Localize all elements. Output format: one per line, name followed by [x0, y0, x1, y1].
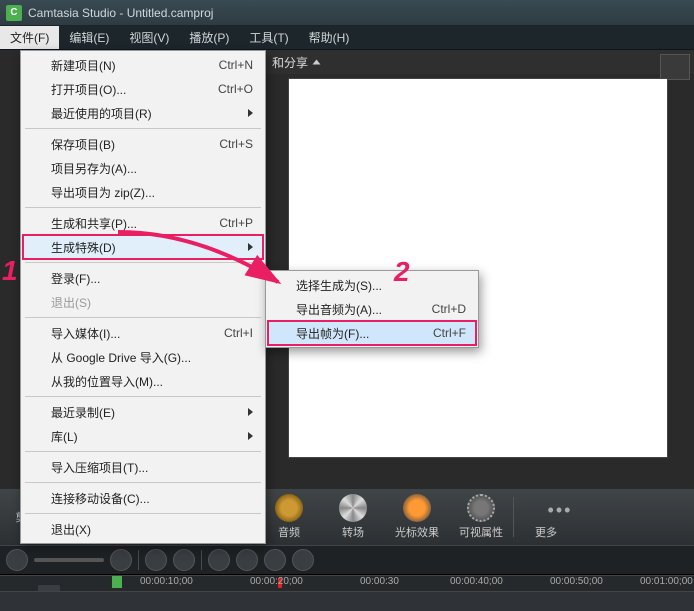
tab-label: 光标效果	[385, 524, 449, 540]
timeline[interactable]: 00:00:10;00 00:00:20;00 00:00:30 00:00:4…	[0, 575, 694, 611]
window-title: Camtasia Studio - Untitled.camproj	[28, 6, 213, 20]
menu-save-project[interactable]: 保存项目(B)Ctrl+S	[23, 132, 263, 156]
produce-special-submenu: 选择生成为(S)... 导出音频为(A)...Ctrl+D 导出帧为(F)...…	[265, 270, 479, 348]
menu-edit[interactable]: 编辑(E)	[59, 26, 119, 49]
menu-import-zipped[interactable]: 导入压缩项目(T)...	[23, 455, 263, 479]
menu-library[interactable]: 库(L)	[23, 424, 263, 448]
title-bar: C Camtasia Studio - Untitled.camproj	[0, 0, 694, 26]
menu-new-project[interactable]: 新建项目(N)Ctrl+N	[23, 53, 263, 77]
zoom-out-button[interactable]	[6, 549, 28, 571]
menu-file[interactable]: 文件(F)	[0, 26, 59, 49]
tab-label: 音频	[257, 524, 321, 540]
paste-button[interactable]	[292, 549, 314, 571]
split-button[interactable]	[236, 549, 258, 571]
menu-import-my-places[interactable]: 从我的位置导入(M)...	[23, 369, 263, 393]
tab-more[interactable]: 更多	[514, 494, 578, 540]
tab-transitions[interactable]: 转场	[321, 494, 385, 540]
menu-separator	[25, 482, 261, 483]
app-logo: C	[6, 5, 22, 21]
menu-separator	[25, 451, 261, 452]
menu-recent-projects[interactable]: 最近使用的项目(R)	[23, 101, 263, 125]
tab-visual-properties[interactable]: 可视属性	[449, 494, 513, 540]
menu-exit[interactable]: 退出(X)	[23, 517, 263, 541]
more-icon	[532, 494, 560, 522]
time-ruler[interactable]: 00:00:10;00 00:00:20;00 00:00:30 00:00:4…	[0, 575, 694, 591]
menu-import-media[interactable]: 导入媒体(I)...Ctrl+I	[23, 321, 263, 345]
menu-separator	[25, 317, 261, 318]
menu-import-google-drive[interactable]: 从 Google Drive 导入(G)...	[23, 345, 263, 369]
menu-help[interactable]: 帮助(H)	[299, 26, 360, 49]
submenu-arrow-icon	[248, 109, 253, 117]
produce-share-label: 和分享	[272, 54, 308, 71]
produce-share-strip[interactable]: 和分享	[266, 50, 694, 74]
menu-connect-mobile[interactable]: 连接移动设备(C)...	[23, 486, 263, 510]
menu-bar: 文件(F) 编辑(E) 视图(V) 播放(P) 工具(T) 帮助(H)	[0, 26, 694, 50]
copy-button[interactable]	[264, 549, 286, 571]
submenu-arrow-icon	[248, 432, 253, 440]
tab-label: 转场	[321, 524, 385, 540]
annotation-1: 1	[2, 255, 18, 287]
menu-separator	[25, 128, 261, 129]
dropdown-arrow-icon	[313, 60, 321, 65]
time-tick: 00:00:20;00	[250, 576, 303, 587]
time-tick: 00:00:30	[360, 576, 399, 587]
submenu-produce-as[interactable]: 选择生成为(S)...	[268, 273, 476, 297]
separator	[201, 550, 202, 570]
redo-button[interactable]	[173, 549, 195, 571]
menu-export-zip[interactable]: 导出项目为 zip(Z)...	[23, 180, 263, 204]
time-tick: 00:00:10;00	[140, 576, 193, 587]
zoom-slider[interactable]	[34, 558, 104, 562]
time-tick: 00:00:40;00	[450, 576, 503, 587]
menu-separator	[25, 513, 261, 514]
menu-save-project-as[interactable]: 项目另存为(A)...	[23, 156, 263, 180]
submenu-arrow-icon	[248, 408, 253, 416]
transitions-icon	[339, 494, 367, 522]
zoom-in-button[interactable]	[110, 549, 132, 571]
cursor-icon	[403, 494, 431, 522]
menu-open-project[interactable]: 打开项目(O)...Ctrl+O	[23, 77, 263, 101]
playhead[interactable]	[112, 576, 122, 588]
fullscreen-button[interactable]	[660, 54, 690, 80]
separator	[138, 550, 139, 570]
annotation-arrow	[108, 222, 288, 302]
menu-separator	[25, 396, 261, 397]
cut-button[interactable]	[208, 549, 230, 571]
menu-play[interactable]: 播放(P)	[179, 26, 239, 49]
visual-icon	[467, 494, 495, 522]
tab-audio[interactable]: 音频	[257, 494, 321, 540]
tab-label: 更多	[514, 524, 578, 540]
tab-label: 可视属性	[449, 524, 513, 540]
menu-separator	[25, 207, 261, 208]
time-tick: 00:01:00;00	[640, 576, 693, 587]
submenu-export-frame[interactable]: 导出帧为(F)...Ctrl+F	[268, 321, 476, 345]
menu-recent-recordings[interactable]: 最近录制(E)	[23, 400, 263, 424]
submenu-export-audio[interactable]: 导出音频为(A)...Ctrl+D	[268, 297, 476, 321]
menu-view[interactable]: 视图(V)	[119, 26, 179, 49]
audio-icon	[275, 494, 303, 522]
timeline-controls	[0, 545, 694, 575]
time-tick: 00:00:50;00	[550, 576, 603, 587]
annotation-2: 2	[394, 256, 410, 288]
menu-tools[interactable]: 工具(T)	[239, 26, 298, 49]
time-track[interactable]	[0, 591, 694, 611]
tab-cursor-effects[interactable]: 光标效果	[385, 494, 449, 540]
undo-button[interactable]	[145, 549, 167, 571]
preview-canvas[interactable]	[288, 78, 668, 458]
